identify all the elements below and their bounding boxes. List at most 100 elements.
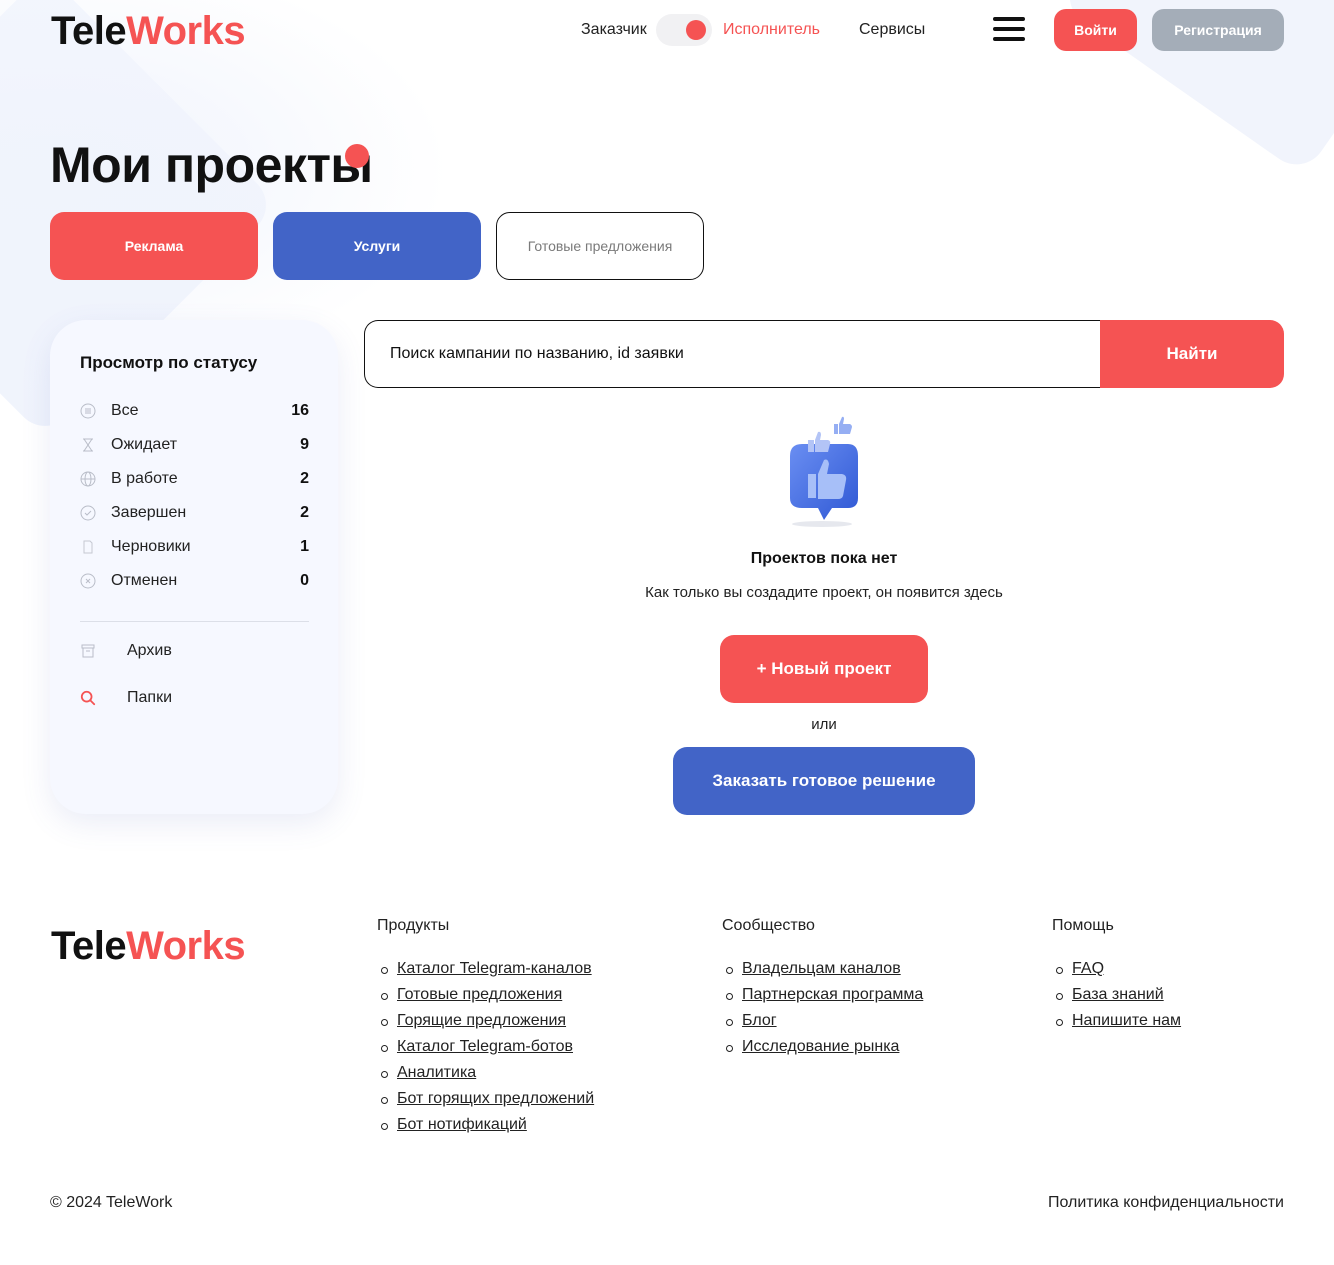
footer-list-item: Каталог Telegram-каналов (377, 960, 594, 986)
status-label: Все (111, 402, 139, 419)
sidebar-item-folders[interactable]: Папки (80, 689, 172, 707)
status-item-waiting[interactable]: Ожидает 9 (80, 428, 309, 462)
footer-column-help: Помощь FAQ База знаний Напишите нам (1052, 917, 1181, 1038)
role-customer-label[interactable]: Заказчик (581, 21, 647, 39)
footer-link[interactable]: Партнерская программа (742, 986, 923, 1003)
title-accent-dot (345, 144, 369, 168)
tab-ads[interactable]: Реклама (50, 212, 258, 280)
sidebar-link-label: Архив (127, 642, 172, 659)
status-list: Все 16 Ожидает 9 В работе 2 Завершен 2 Ч… (80, 394, 309, 598)
footer-list-item: Аналитика (377, 1064, 594, 1090)
or-separator: или (811, 716, 837, 733)
menu-icon-line (993, 27, 1025, 31)
footer-column-products: Продукты Каталог Telegram-каналов Готовы… (377, 917, 594, 1142)
globe-icon (80, 471, 96, 487)
footer-link[interactable]: FAQ (1072, 960, 1104, 977)
new-project-button[interactable]: + Новый проект (720, 635, 928, 703)
login-button[interactable]: Войти (1054, 9, 1137, 51)
footer-link[interactable]: Владельцам каналов (742, 960, 901, 977)
footer-link[interactable]: Горящие предложения (397, 1012, 566, 1029)
footer-link[interactable]: Бот горящих предложений (397, 1090, 594, 1107)
status-count: 16 (291, 402, 309, 419)
archive-icon (80, 643, 96, 659)
copyright-text: © 2024 TeleWork (50, 1194, 173, 1211)
footer-link[interactable]: Готовые предложения (397, 986, 562, 1003)
status-label: Черновики (111, 538, 191, 555)
search-button[interactable]: Найти (1100, 320, 1284, 388)
footer-list-item: Готовые предложения (377, 986, 594, 1012)
status-item-cancelled[interactable]: Отменен 0 (80, 564, 309, 598)
status-item-in-progress[interactable]: В работе 2 (80, 462, 309, 496)
status-count: 1 (300, 538, 309, 555)
footer-list-item: Бот нотификаций (377, 1116, 594, 1142)
document-icon (80, 539, 96, 555)
footer-list-item: Напишите нам (1052, 1012, 1181, 1038)
footer-link[interactable]: Каталог Telegram-ботов (397, 1038, 573, 1055)
cancel-circle-icon (80, 573, 96, 589)
menu-icon-line (993, 17, 1025, 21)
check-circle-icon (80, 505, 96, 521)
footer-list-item: Партнерская программа (722, 986, 923, 1012)
tab-services[interactable]: Услуги (273, 212, 481, 280)
logo-text-works: Works (126, 9, 246, 53)
footer-column-title: Продукты (377, 917, 450, 934)
services-link[interactable]: Сервисы (859, 21, 925, 39)
menu-icon[interactable] (993, 17, 1025, 41)
sidebar-item-archive[interactable]: Архив (80, 642, 172, 660)
footer-link[interactable]: Аналитика (397, 1064, 476, 1081)
hourglass-icon (80, 437, 96, 453)
header-logo[interactable]: TeleWorks (51, 9, 246, 54)
status-count: 2 (300, 470, 309, 487)
status-label: В работе (111, 470, 178, 487)
footer-list-item: Бот горящих предложений (377, 1090, 594, 1116)
footer-column-title: Помощь (1052, 917, 1114, 934)
footer-link-list: Каталог Telegram-каналов Готовые предлож… (377, 960, 594, 1142)
footer-list-item: Каталог Telegram-ботов (377, 1038, 594, 1064)
toggle-knob (686, 20, 706, 40)
order-solution-button[interactable]: Заказать готовое решение (673, 747, 975, 815)
sidebar-divider (80, 621, 309, 622)
status-sidebar: Просмотр по статусу Все 16 Ожидает 9 В р… (50, 320, 338, 814)
status-count: 2 (300, 504, 309, 521)
logo-text-tele: Tele (51, 9, 127, 53)
footer-link-list: Владельцам каналов Партнерская программа… (722, 960, 923, 1064)
footer-link[interactable]: Бот нотификаций (397, 1116, 527, 1133)
footer-list-item: Исследование рынка (722, 1038, 923, 1064)
status-label: Отменен (111, 572, 178, 589)
privacy-policy-link[interactable]: Политика конфиденциальности (1048, 1194, 1284, 1212)
footer-logo[interactable]: TeleWorks (51, 924, 246, 969)
tab-ready-offers[interactable]: Готовые предложения (496, 212, 704, 280)
sidebar-title: Просмотр по статусу (80, 353, 258, 372)
footer-column-community: Сообщество Владельцам каналов Партнерска… (722, 917, 923, 1064)
logo-text-works: Works (126, 924, 246, 968)
status-count: 0 (300, 572, 309, 589)
footer-link[interactable]: Каталог Telegram-каналов (397, 960, 592, 977)
status-item-drafts[interactable]: Черновики 1 (80, 530, 309, 564)
footer-list-item: Блог (722, 1012, 923, 1038)
footer-link[interactable]: Исследование рынка (742, 1038, 899, 1055)
sidebar-link-label: Папки (127, 689, 172, 706)
status-count: 9 (300, 436, 309, 453)
status-item-all[interactable]: Все 16 (80, 394, 309, 428)
footer-column-title: Сообщество (722, 917, 815, 934)
role-executor-label[interactable]: Исполнитель (723, 21, 820, 39)
list-icon (80, 403, 96, 419)
empty-state-subtitle: Как только вы создадите проект, он появи… (645, 584, 1003, 601)
register-button[interactable]: Регистрация (1152, 9, 1284, 51)
status-label: Ожидает (111, 436, 178, 453)
menu-icon-line (993, 37, 1025, 41)
search-icon (80, 690, 96, 706)
role-toggle[interactable] (656, 14, 712, 46)
footer-link[interactable]: Блог (742, 1012, 777, 1029)
search-input[interactable] (364, 320, 1101, 388)
logo-text-tele: Tele (51, 924, 127, 968)
footer-link[interactable]: Напишите нам (1072, 1012, 1181, 1029)
empty-state-title: Проектов пока нет (750, 550, 898, 567)
footer-link[interactable]: База знаний (1072, 986, 1164, 1003)
footer-link-list: FAQ База знаний Напишите нам (1052, 960, 1181, 1038)
footer-list-item: База знаний (1052, 986, 1181, 1012)
status-label: Завершен (111, 504, 187, 521)
thumbs-up-illustration (764, 408, 874, 530)
footer-list-item: Владельцам каналов (722, 960, 923, 986)
status-item-completed[interactable]: Завершен 2 (80, 496, 309, 530)
